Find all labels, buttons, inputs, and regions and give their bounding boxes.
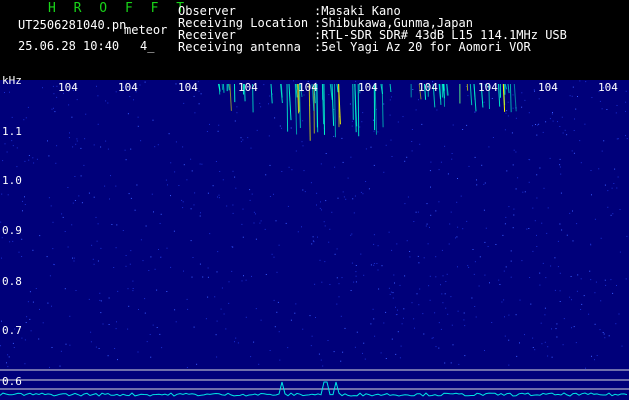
- app-title: H R O F F T: [48, 1, 190, 16]
- time-tick-label: 104: [58, 81, 78, 94]
- mode-label: meteor: [124, 23, 168, 37]
- y-unit-label: kHz: [2, 74, 22, 87]
- time-tick-label: 104: [358, 81, 378, 94]
- time-tick-label: 104: [178, 81, 198, 94]
- y-tick-label: 1.1: [2, 125, 22, 138]
- time-tick-label: 104: [238, 81, 258, 94]
- file-name: UT2506281040.pn: [18, 18, 127, 32]
- y-tick-label: 0.8: [2, 275, 22, 288]
- time-tick-label: 104: [418, 81, 438, 94]
- spectrogram: kHz 1.1 1.0 0.9 0.8 0.7 0.6 104 104 104 …: [0, 75, 629, 400]
- time-tick-label: 104: [478, 81, 498, 94]
- y-tick-label: 0.9: [2, 224, 22, 237]
- y-tick-label: 0.7: [2, 324, 22, 337]
- time-tick-label: 104: [538, 81, 558, 94]
- channel-number: 4_: [140, 39, 155, 53]
- y-tick-label: 1.0: [2, 174, 22, 187]
- antenna-value: :5el Yagi Az 20 for Aomori VOR: [314, 40, 531, 54]
- time-tick-label: 104: [298, 81, 318, 94]
- timestamp: 25.06.28 10:40: [18, 39, 120, 53]
- header-panel: H R O F F T UT2506281040.pn meteor 25.06…: [0, 0, 629, 80]
- antenna-label: Receiving antenna: [178, 40, 301, 54]
- spectrogram-canvas: [0, 80, 629, 400]
- time-tick-label: 104: [598, 81, 618, 94]
- y-tick-label: 0.6: [2, 375, 22, 388]
- time-tick-label: 104: [118, 81, 138, 94]
